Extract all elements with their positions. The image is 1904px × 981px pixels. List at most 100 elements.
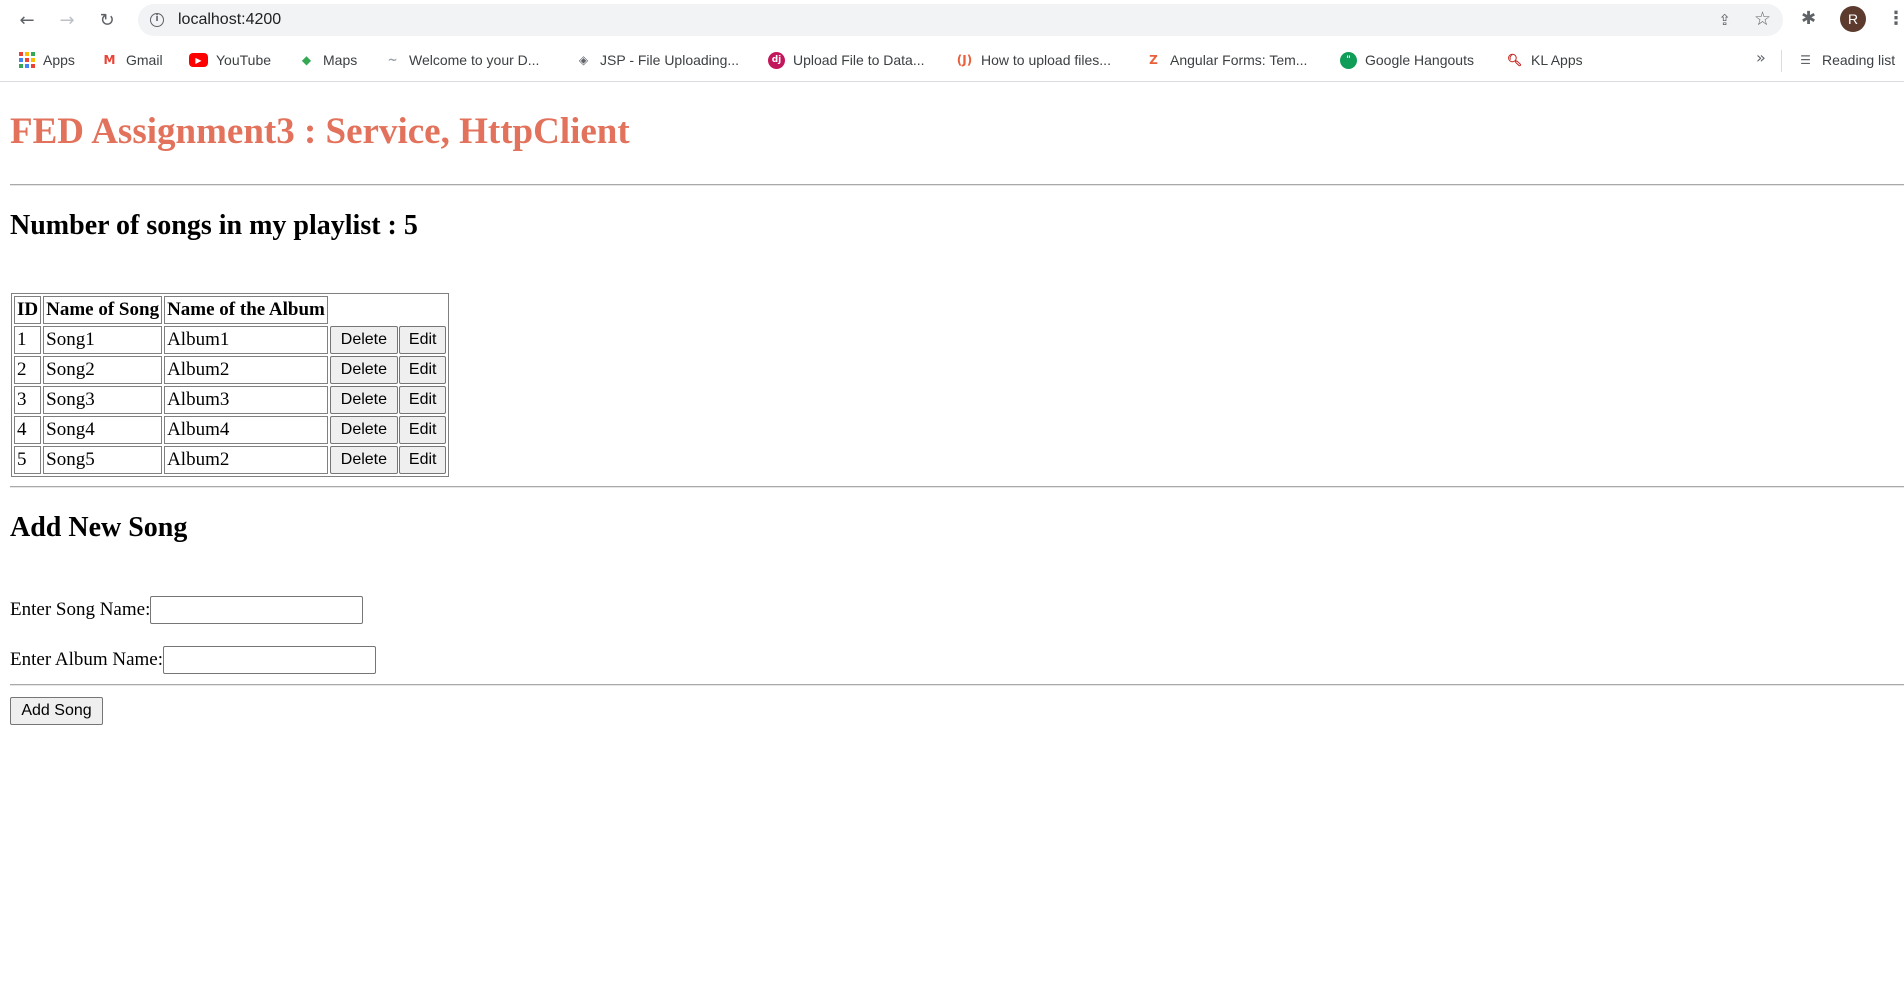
reading-list-button[interactable]: ☰ Reading list xyxy=(1797,50,1895,70)
back-arrow-icon[interactable]: ← xyxy=(13,6,41,34)
address-bar[interactable]: i localhost:4200 ⇪ ☆ xyxy=(138,4,1783,36)
table-row: 2 Song2 Album2 Delete Edit xyxy=(14,356,446,384)
cell-id: 2 xyxy=(14,356,42,384)
column-header-id: ID xyxy=(14,296,42,324)
bookmark-label: KL Apps xyxy=(1531,52,1583,68)
share-icon[interactable]: ⇪ xyxy=(1718,11,1731,29)
howto-icon: (J) xyxy=(956,53,973,67)
bookmark-label: JSP - File Uploading... xyxy=(600,52,740,68)
gmail-icon: M xyxy=(103,53,116,67)
cell-actions: Delete Edit xyxy=(329,446,446,474)
delete-button[interactable]: Delete xyxy=(329,386,398,414)
bookmark-label: Upload File to Data... xyxy=(793,52,925,68)
bookmark-angular[interactable]: Z Angular Forms: Tem... xyxy=(1145,50,1307,70)
edit-button[interactable]: Edit xyxy=(398,386,446,414)
browser-toolbar: ← → ↻ i localhost:4200 ⇪ ☆ ✱ R ⋮ xyxy=(0,0,1904,40)
edit-button[interactable]: Edit xyxy=(398,356,446,384)
cell-album: Album3 xyxy=(164,386,328,414)
reload-icon[interactable]: ↻ xyxy=(93,6,121,34)
bookmark-upload[interactable]: dj Upload File to Data... xyxy=(768,50,925,70)
bookmark-label: Apps xyxy=(43,52,75,68)
bookmark-label: Google Hangouts xyxy=(1365,52,1474,68)
delete-button[interactable]: Delete xyxy=(329,446,398,474)
hangouts-icon: " xyxy=(1340,51,1357,69)
add-song-button[interactable]: Add Song xyxy=(10,697,103,725)
profile-avatar[interactable]: R xyxy=(1840,6,1866,32)
welcome-icon: ~ xyxy=(387,53,398,67)
table-row: 5 Song5 Album2 Delete Edit xyxy=(14,446,446,474)
bookmarks-divider xyxy=(1781,50,1782,72)
bookmark-maps[interactable]: ◆ Maps xyxy=(298,50,357,70)
site-info-icon[interactable]: i xyxy=(150,13,164,27)
song-name-label: Enter Song Name: xyxy=(10,599,151,620)
songs-table: ID Name of Song Name of the Album 1 Song… xyxy=(11,293,449,477)
reading-list-icon: ☰ xyxy=(1800,53,1811,67)
youtube-icon: ▶ xyxy=(189,53,208,67)
divider xyxy=(10,184,1904,186)
reading-list-label: Reading list xyxy=(1822,52,1896,68)
cell-album: Album4 xyxy=(164,416,328,444)
url-text[interactable]: localhost:4200 xyxy=(178,11,281,29)
delete-button[interactable]: Delete xyxy=(329,416,398,444)
table-row: 1 Song1 Album1 Delete Edit xyxy=(14,326,446,354)
cell-song: Song2 xyxy=(43,356,163,384)
delete-button[interactable]: Delete xyxy=(329,326,398,354)
song-count-value: 5 xyxy=(403,210,418,241)
cell-id: 5 xyxy=(14,446,42,474)
song-count-label: Number of songs in my playlist : xyxy=(10,210,404,241)
cell-album: Album2 xyxy=(164,446,328,474)
apps-grid-icon xyxy=(19,51,35,69)
cell-actions: Delete Edit xyxy=(329,356,446,384)
bookmark-apps[interactable]: Apps xyxy=(19,50,75,70)
bookmark-hangouts[interactable]: " Google Hangouts xyxy=(1340,50,1474,70)
bookmark-youtube[interactable]: ▶ YouTube xyxy=(189,50,271,70)
delete-button[interactable]: Delete xyxy=(329,356,398,384)
cell-id: 3 xyxy=(14,386,42,414)
bookmark-jsp[interactable]: ◈ JSP - File Uploading... xyxy=(575,50,739,70)
table-row: 3 Song3 Album3 Delete Edit xyxy=(14,386,446,414)
bookmark-kl-apps[interactable]: 🔍︎ KL Apps xyxy=(1506,50,1583,70)
forward-arrow-icon[interactable]: → xyxy=(53,6,81,34)
cell-song: Song4 xyxy=(43,416,163,444)
song-name-input[interactable] xyxy=(150,596,364,624)
table-header-row: ID Name of Song Name of the Album xyxy=(14,296,446,324)
cell-album: Album2 xyxy=(164,356,328,384)
cell-actions: Delete Edit xyxy=(329,416,446,444)
bookmark-star-icon[interactable]: ☆ xyxy=(1754,8,1771,30)
menu-kebab-icon[interactable]: ⋮ xyxy=(1887,8,1904,29)
page-content: FED Assignment3 : Service, HttpClient Nu… xyxy=(0,83,1904,981)
bookmark-howto[interactable]: (J) How to upload files... xyxy=(956,50,1111,70)
bookmark-label: Welcome to your D... xyxy=(409,52,540,68)
cell-actions: Delete Edit xyxy=(329,326,446,354)
album-name-row: Enter Album Name: xyxy=(10,646,377,674)
bookmark-welcome[interactable]: ~ Welcome to your D... xyxy=(384,50,539,70)
maps-icon: ◆ xyxy=(301,53,312,67)
column-header-actions xyxy=(330,296,446,324)
bookmark-label: Gmail xyxy=(126,52,163,68)
bookmark-label: Maps xyxy=(323,52,358,68)
edit-button[interactable]: Edit xyxy=(398,326,446,354)
add-song-heading: Add New Song xyxy=(10,512,188,543)
extensions-puzzle-icon[interactable]: ✱ xyxy=(1801,8,1816,29)
bookmark-gmail[interactable]: M Gmail xyxy=(101,50,163,70)
page-title: FED Assignment3 : Service, HttpClient xyxy=(10,111,630,152)
edit-button[interactable]: Edit xyxy=(398,416,446,444)
upload-icon: dj xyxy=(768,51,785,69)
cell-song: Song3 xyxy=(43,386,163,414)
bookmark-label: Angular Forms: Tem... xyxy=(1170,52,1308,68)
cell-id: 1 xyxy=(14,326,42,354)
cell-album: Album1 xyxy=(164,326,328,354)
cell-song: Song5 xyxy=(43,446,163,474)
divider xyxy=(10,684,1904,686)
edit-button[interactable]: Edit xyxy=(398,446,446,474)
bookmark-label: YouTube xyxy=(216,52,272,68)
column-header-album: Name of the Album xyxy=(164,296,328,324)
album-name-label: Enter Album Name: xyxy=(10,649,164,670)
cell-actions: Delete Edit xyxy=(329,386,446,414)
bookmark-label: How to upload files... xyxy=(981,52,1111,68)
album-name-input[interactable] xyxy=(163,646,377,674)
song-name-row: Enter Song Name: xyxy=(10,596,364,624)
kl-search-icon: 🔍︎ xyxy=(1506,53,1523,67)
cell-song: Song1 xyxy=(43,326,163,354)
more-bookmarks-chevron-icon[interactable]: » xyxy=(1756,48,1766,67)
